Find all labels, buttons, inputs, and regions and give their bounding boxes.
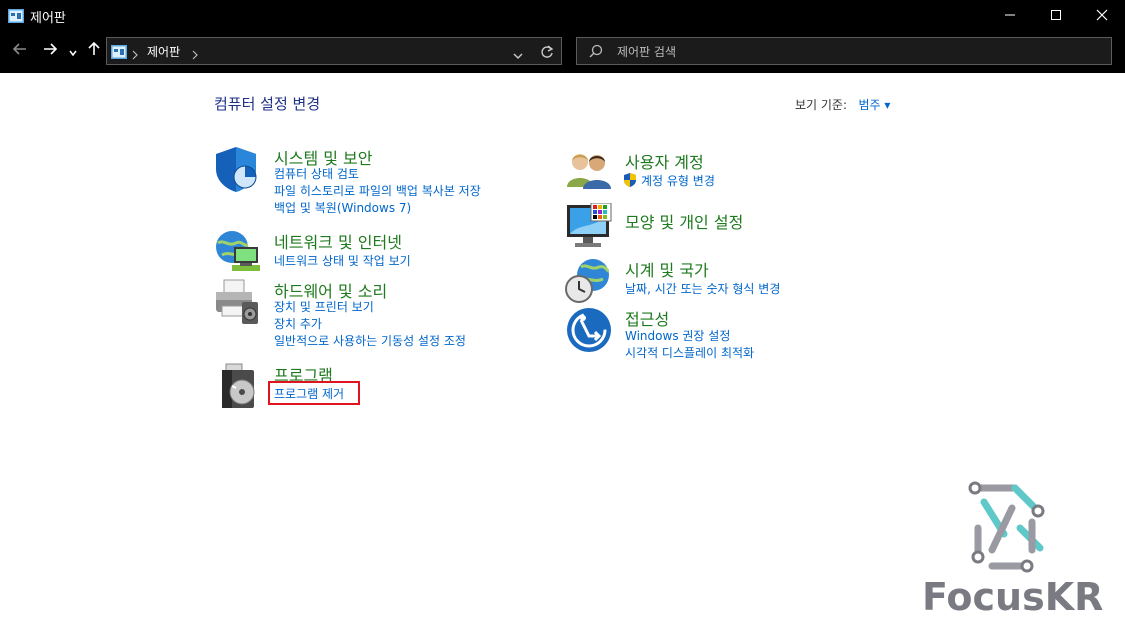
clock-globe-icon[interactable] bbox=[565, 257, 613, 309]
category-clock-region: 시계 및 국가 날짜, 시간 또는 숫자 형식 변경 bbox=[565, 257, 905, 305]
chevron-down-icon bbox=[69, 50, 77, 57]
category-title[interactable]: 네트워크 및 인터넷 bbox=[274, 229, 402, 253]
watermark-logo: FocusKR bbox=[922, 481, 1103, 619]
link-mobility-settings[interactable]: 일반적으로 사용하는 기동성 설정 조정 bbox=[274, 332, 466, 349]
breadcrumb-control-panel[interactable]: 제어판 bbox=[147, 43, 180, 60]
minimize-button[interactable] bbox=[987, 0, 1033, 30]
close-button[interactable] bbox=[1079, 0, 1125, 30]
uac-shield-icon bbox=[624, 172, 636, 191]
view-by-label: 보기 기준: bbox=[795, 98, 848, 112]
address-bar[interactable]: 제어판 bbox=[106, 37, 562, 65]
control-panel-icon bbox=[8, 8, 24, 27]
title-bar: 제어판 bbox=[0, 0, 1125, 30]
category-user-accounts: 사용자 계정 계정 유형 변경 bbox=[565, 149, 905, 193]
arrow-right-icon bbox=[44, 43, 58, 55]
search-icon bbox=[589, 43, 603, 62]
monitor-palette-icon[interactable] bbox=[565, 202, 613, 253]
chevron-right-icon[interactable] bbox=[191, 45, 199, 64]
control-panel-icon bbox=[111, 44, 127, 63]
category-ease-of-access: 접근성 Windows 권장 설정 시각적 디스플레이 최적화 bbox=[565, 306, 905, 361]
programs-disc-icon[interactable] bbox=[214, 362, 262, 414]
refresh-icon bbox=[541, 45, 554, 58]
recent-locations-button[interactable] bbox=[68, 43, 78, 62]
network-globe-icon[interactable] bbox=[214, 229, 262, 279]
user-accounts-icon[interactable] bbox=[565, 149, 613, 193]
category-system-security: 시스템 및 보안 컴퓨터 상태 검토 파일 히스토리로 파일의 백업 복사본 저… bbox=[214, 145, 534, 215]
arrow-left-icon bbox=[12, 43, 26, 55]
maximize-icon bbox=[1051, 10, 1061, 20]
view-by: 보기 기준: 범주 ▾ bbox=[795, 96, 890, 113]
navigation-bar: 제어판 제어판 검색 bbox=[0, 30, 1125, 73]
category-title[interactable]: 사용자 계정 bbox=[625, 149, 704, 173]
link-network-status-tasks[interactable]: 네트워크 상태 및 작업 보기 bbox=[274, 252, 411, 269]
chevron-down-icon bbox=[513, 53, 523, 59]
category-hardware-sound: 하드웨어 및 소리 장치 및 프린터 보기 장치 추가 일반적으로 사용하는 기… bbox=[214, 278, 534, 350]
minimize-icon bbox=[1005, 14, 1015, 16]
link-date-time-format[interactable]: 날짜, 시간 또는 숫자 형식 변경 bbox=[625, 280, 780, 297]
shield-icon[interactable] bbox=[214, 145, 262, 197]
forward-button[interactable] bbox=[42, 41, 58, 61]
arrow-up-icon bbox=[88, 41, 100, 55]
view-by-dropdown[interactable]: 범주 ▾ bbox=[851, 98, 891, 112]
watermark: FocusKR bbox=[920, 478, 1110, 622]
link-backup-restore-win7[interactable]: 백업 및 복원(Windows 7) bbox=[274, 199, 411, 216]
link-change-account-type[interactable]: 계정 유형 변경 bbox=[641, 172, 715, 189]
category-title[interactable]: 모양 및 개인 설정 bbox=[625, 209, 743, 233]
category-appearance: 모양 및 개인 설정 bbox=[565, 202, 905, 253]
category-network-internet: 네트워크 및 인터넷 네트워크 상태 및 작업 보기 bbox=[214, 229, 534, 273]
link-add-device[interactable]: 장치 추가 bbox=[274, 315, 322, 332]
category-programs: 프로그램 프로그램 제거 bbox=[214, 362, 534, 408]
maximize-button[interactable] bbox=[1033, 0, 1079, 30]
link-devices-printers[interactable]: 장치 및 프린터 보기 bbox=[274, 298, 374, 315]
close-icon bbox=[1096, 9, 1108, 21]
search-placeholder: 제어판 검색 bbox=[617, 45, 677, 59]
link-windows-recommended-settings[interactable]: Windows 권장 설정 bbox=[625, 327, 730, 344]
refresh-button[interactable] bbox=[540, 44, 554, 63]
link-file-history-backup[interactable]: 파일 히스토리로 파일의 백업 복사본 저장 bbox=[274, 182, 481, 199]
highlight-box bbox=[268, 381, 360, 405]
window-title: 제어판 bbox=[30, 11, 66, 26]
accessibility-icon[interactable] bbox=[565, 306, 613, 358]
printer-icon[interactable] bbox=[214, 278, 262, 330]
search-input[interactable]: 제어판 검색 bbox=[576, 37, 1112, 65]
up-button[interactable] bbox=[86, 41, 102, 61]
watermark-text: FocusKR bbox=[922, 575, 1103, 618]
back-button[interactable] bbox=[12, 41, 28, 61]
address-dropdown-button[interactable] bbox=[512, 46, 524, 65]
link-review-computer-status[interactable]: 컴퓨터 상태 검토 bbox=[274, 165, 359, 182]
link-optimize-visual-display[interactable]: 시각적 디스플레이 최적화 bbox=[625, 344, 754, 361]
page-title: 컴퓨터 설정 변경 bbox=[214, 95, 321, 113]
category-title[interactable]: 시계 및 국가 bbox=[625, 257, 709, 281]
chevron-right-icon[interactable] bbox=[131, 45, 139, 64]
caret-down-icon: ▾ bbox=[884, 98, 891, 112]
content-area: 컴퓨터 설정 변경 보기 기준: 범주 ▾ 시스템 및 보안 컴퓨터 상태 검토… bbox=[0, 73, 1125, 634]
